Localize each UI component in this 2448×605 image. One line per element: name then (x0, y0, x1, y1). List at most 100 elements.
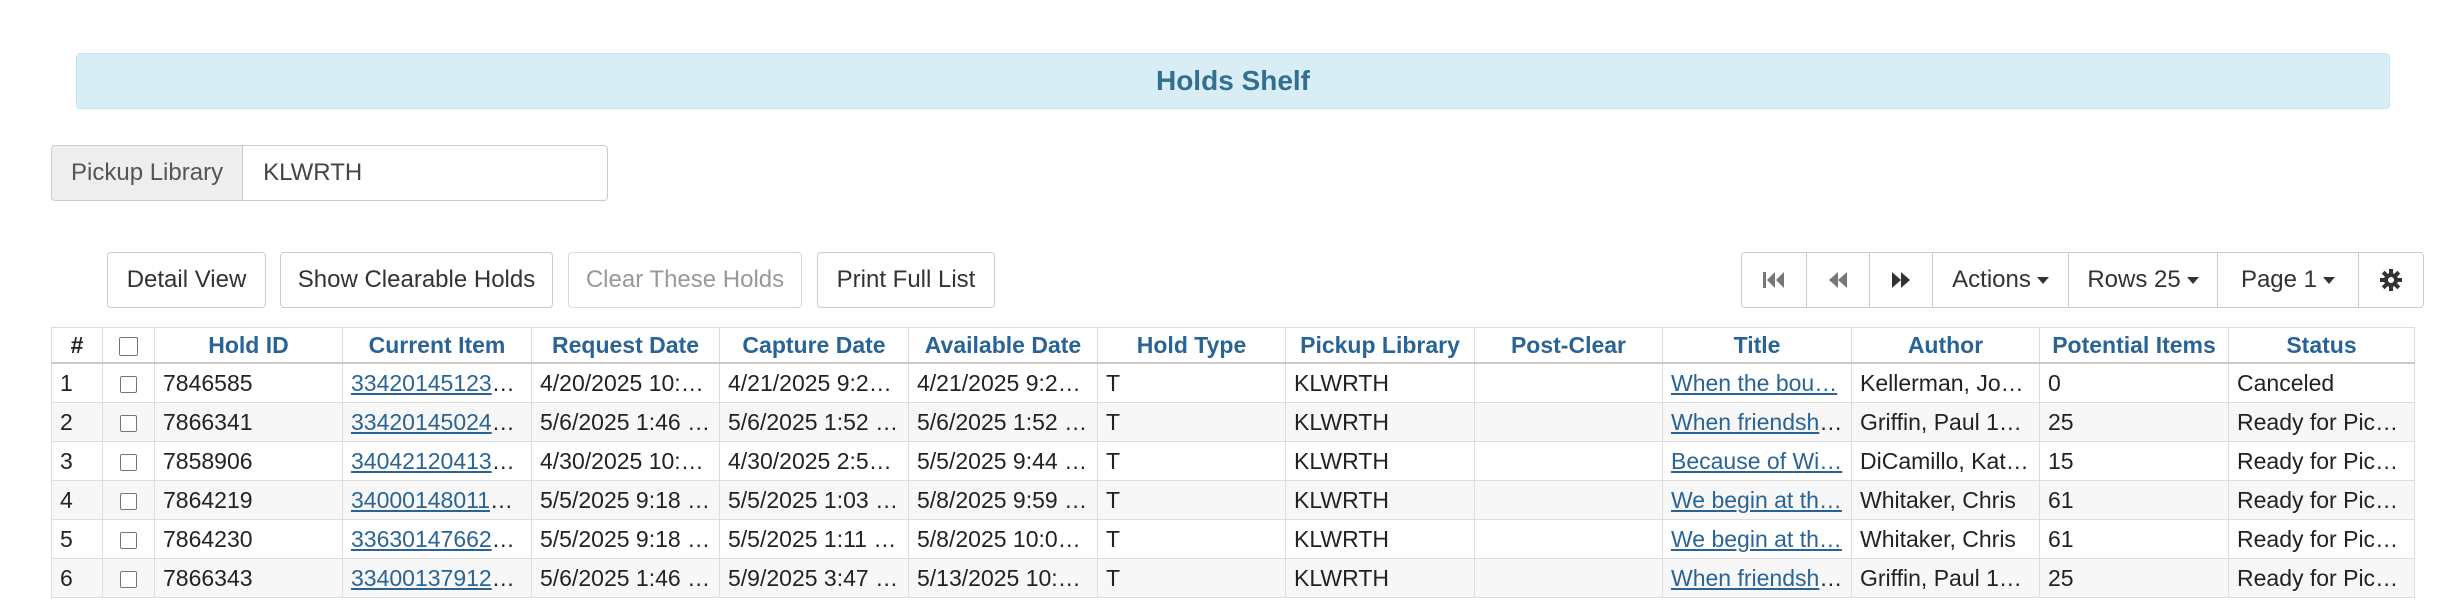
row-number: 6 (51, 558, 103, 598)
current-item-link[interactable]: 340001480112… (351, 487, 526, 513)
detail-view-button[interactable]: Detail View (107, 252, 266, 308)
table-row[interactable]: 6 7866343 334001379126… 5/6/2025 1:46 … … (51, 558, 2415, 598)
request-date-cell: 5/5/2025 9:18 … (531, 480, 720, 520)
current-item-cell: 334201450240… (342, 402, 532, 442)
request-date-cell: 5/6/2025 1:46 … (531, 402, 720, 442)
row-checkbox[interactable] (102, 519, 155, 559)
request-date-cell: 4/30/2025 10:3… (531, 441, 720, 481)
title-cell: When friendshi… (1662, 402, 1852, 442)
next-page-button[interactable] (1869, 252, 1933, 308)
column-header-hold-type[interactable]: Hold Type (1097, 327, 1286, 364)
page-dropdown[interactable]: Page 1 (2217, 252, 2359, 308)
current-item-cell: 336301476625… (342, 519, 532, 559)
column-header-potential-items[interactable]: Potential Items (2039, 327, 2229, 364)
row-number: 5 (51, 519, 103, 559)
title-link[interactable]: When friendshi… (1671, 409, 1847, 435)
current-item-cell: 340421204135… (342, 441, 532, 481)
column-header-post-clear[interactable]: Post-Clear (1474, 327, 1663, 364)
column-header-status[interactable]: Status (2228, 327, 2415, 364)
potential-items-cell: 25 (2039, 402, 2229, 442)
available-date-cell: 5/6/2025 1:52 … (908, 402, 1098, 442)
current-item-link[interactable]: 334201450240… (351, 409, 528, 435)
potential-items-cell: 15 (2039, 441, 2229, 481)
title-link[interactable]: We begin at th… (1671, 487, 1842, 513)
row-checkbox[interactable] (102, 558, 155, 598)
post-clear-cell (1474, 362, 1663, 403)
available-date-cell: 5/8/2025 10:09… (908, 519, 1098, 559)
post-clear-cell (1474, 441, 1663, 481)
row-checkbox[interactable] (102, 480, 155, 520)
table-row[interactable]: 2 7866341 334201450240… 5/6/2025 1:46 … … (51, 402, 2415, 442)
page-label: Page 1 (2240, 266, 2318, 293)
row-checkbox[interactable] (102, 441, 155, 481)
hold-type-cell: T (1097, 480, 1286, 520)
status-cell: Ready for Pick… (2228, 558, 2415, 598)
row-checkbox[interactable] (102, 362, 155, 403)
show-clearable-holds-button[interactable]: Show Clearable Holds (280, 252, 553, 308)
pickup-library-field: Pickup Library KLWRTH (51, 145, 609, 201)
checkbox-icon (120, 492, 137, 510)
available-date-cell: 5/13/2025 10:4… (908, 558, 1098, 598)
page-title: Holds Shelf (76, 53, 2390, 109)
table-row[interactable]: 3 7858906 340421204135… 4/30/2025 10:3… … (51, 441, 2415, 481)
column-header-title[interactable]: Title (1662, 327, 1852, 364)
print-full-list-button[interactable]: Print Full List (817, 252, 995, 308)
title-link[interactable]: When friendshi… (1671, 565, 1847, 591)
author-cell: Whitaker, Chris (1851, 519, 2040, 559)
actions-label: Actions (1952, 266, 2031, 293)
hold-type-cell: T (1097, 441, 1286, 481)
pickup-library-input[interactable]: KLWRTH (243, 145, 609, 201)
column-header-capture-date[interactable]: Capture Date (719, 327, 909, 364)
next-page-icon (1890, 270, 1912, 290)
column-header-current-item[interactable]: Current Item (342, 327, 532, 364)
capture-date-cell: 5/6/2025 1:52 … (719, 402, 909, 442)
table-row[interactable]: 5 7864230 336301476625… 5/5/2025 9:18 … … (51, 519, 2415, 559)
table-row[interactable]: 1 7846585 334201451235… 4/20/2025 10:1… … (51, 362, 2415, 403)
author-cell: DiCamillo, Kat… (1851, 441, 2040, 481)
column-header-hold-id[interactable]: Hold ID (154, 327, 343, 364)
current-item-link[interactable]: 340421204135… (351, 448, 528, 474)
current-item-cell: 334201451235… (342, 362, 532, 403)
hold-id-cell: 7864230 (154, 519, 343, 559)
potential-items-cell: 25 (2039, 558, 2229, 598)
column-header-author[interactable]: Author (1851, 327, 2040, 364)
title-link[interactable]: When the bou… (1671, 370, 1837, 396)
current-item-link[interactable]: 336301476625… (351, 526, 528, 552)
grid-settings-button[interactable] (2358, 252, 2424, 308)
title-cell: We begin at th… (1662, 519, 1852, 559)
column-header-pickup-library[interactable]: Pickup Library (1285, 327, 1475, 364)
post-clear-cell (1474, 558, 1663, 598)
title-link[interactable]: Because of Wi… (1671, 448, 1842, 474)
author-cell: Whitaker, Chris (1851, 480, 2040, 520)
row-number: 1 (51, 362, 103, 403)
available-date-cell: 4/21/2025 9:25… (908, 362, 1098, 403)
select-all-checkbox[interactable] (102, 327, 155, 364)
previous-page-button[interactable] (1806, 252, 1870, 308)
clear-these-holds-button[interactable]: Clear These Holds (568, 252, 802, 308)
table-row[interactable]: 4 7864219 340001480112… 5/5/2025 9:18 … … (51, 480, 2415, 520)
actions-dropdown[interactable]: Actions (1932, 252, 2069, 308)
row-checkbox[interactable] (102, 402, 155, 442)
current-item-link[interactable]: 334201451235… (351, 370, 528, 396)
hold-id-cell: 7864219 (154, 480, 343, 520)
pickup-library-cell: KLWRTH (1285, 441, 1475, 481)
title-cell: We begin at th… (1662, 480, 1852, 520)
first-page-button[interactable] (1741, 252, 1807, 308)
available-date-cell: 5/5/2025 9:44 … (908, 441, 1098, 481)
column-header-request-date[interactable]: Request Date (531, 327, 720, 364)
pickup-library-cell: KLWRTH (1285, 519, 1475, 559)
checkbox-icon (120, 453, 137, 471)
checkbox-icon (120, 375, 137, 393)
checkbox-icon (120, 414, 137, 432)
capture-date-cell: 5/9/2025 3:47 … (719, 558, 909, 598)
grid-header-row: # Hold ID Current Item Request Date Capt… (51, 327, 2415, 364)
available-date-cell: 5/8/2025 9:59 … (908, 480, 1098, 520)
capture-date-cell: 4/21/2025 9:25… (719, 362, 909, 403)
title-link[interactable]: We begin at th… (1671, 526, 1842, 552)
potential-items-cell: 0 (2039, 362, 2229, 403)
rows-per-page-dropdown[interactable]: Rows 25 (2068, 252, 2218, 308)
potential-items-cell: 61 (2039, 519, 2229, 559)
hold-id-cell: 7846585 (154, 362, 343, 403)
column-header-available-date[interactable]: Available Date (908, 327, 1098, 364)
current-item-link[interactable]: 334001379126… (351, 565, 528, 591)
